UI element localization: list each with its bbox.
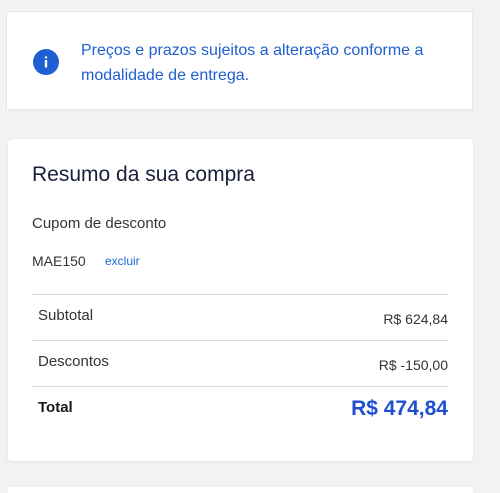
discount-row: Descontos R$ -150,00 (32, 340, 448, 386)
notice-text: Preços e prazos sujeitos a alteração con… (81, 42, 424, 84)
total-row: Total R$ 474,84 (32, 386, 448, 432)
delivery-notice: Preços e prazos sujeitos a alteração con… (6, 11, 473, 110)
subtotal-row: Subtotal R$ 624,84 (32, 294, 448, 340)
next-card-edge (8, 487, 473, 493)
total-label: Total (38, 399, 73, 416)
discount-label: Descontos (38, 353, 109, 370)
discount-value: R$ -150,00 (378, 357, 448, 373)
remove-coupon-link[interactable]: excluir (105, 254, 140, 268)
subtotal-value: R$ 624,84 (383, 311, 448, 327)
coupon-label: Cupom de desconto (32, 215, 167, 232)
purchase-summary-card: Resumo da sua compra Cupom de desconto M… (8, 139, 473, 461)
coupon-code: MAE150 (32, 253, 86, 269)
subtotal-label: Subtotal (38, 307, 94, 324)
summary-title: Resumo da sua compra (32, 163, 255, 186)
info-icon (33, 49, 59, 75)
total-value: R$ 474,84 (351, 397, 448, 420)
